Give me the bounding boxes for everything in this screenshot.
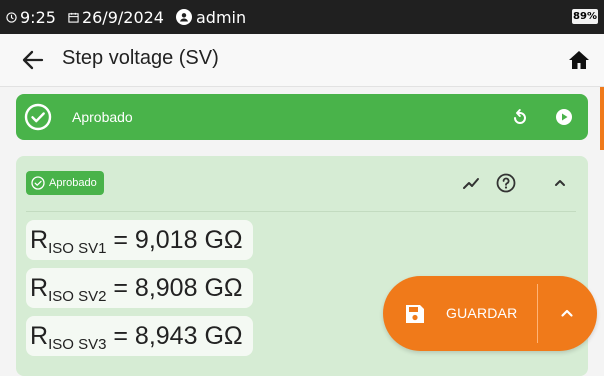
divider — [26, 211, 576, 212]
result-equals: = — [106, 226, 135, 254]
calendar-icon — [68, 12, 79, 23]
app-header: Step voltage (SV) — [0, 34, 604, 87]
result-number: 8,943 — [134, 322, 198, 350]
result-value-2: RISO SV2 = 8,908 GΩ — [26, 268, 253, 308]
back-button[interactable] — [20, 48, 46, 72]
result-subscript: ISO SV1 — [48, 240, 107, 257]
save-icon — [406, 305, 424, 323]
save-button-label: GUARDAR — [446, 305, 518, 321]
user-name: admin — [195, 7, 247, 27]
status-chip: Aprobado — [26, 171, 104, 195]
status-date: 26/9/2024 — [68, 8, 164, 27]
status-banner: Aprobado — [16, 94, 588, 140]
fab-separator — [537, 284, 538, 343]
help-circle-icon — [496, 173, 516, 193]
fab-expand-button[interactable] — [539, 276, 595, 351]
arrow-left-icon — [22, 50, 44, 70]
result-unit: GΩ — [204, 322, 243, 350]
scrollbar[interactable] — [600, 87, 604, 150]
reload-button[interactable] — [510, 107, 530, 127]
help-button[interactable] — [495, 172, 517, 194]
result-number: 9,018 — [134, 226, 198, 254]
result-equals: = — [106, 274, 135, 302]
run-test-button[interactable] — [554, 107, 574, 127]
status-user: admin — [175, 7, 247, 27]
check-circle-icon — [24, 103, 52, 131]
battery-level: 89% — [573, 11, 597, 22]
battery-icon: 89% — [572, 9, 598, 24]
result-symbol: R — [30, 226, 49, 254]
result-value-1: RISO SV1 = 9,018 GΩ — [26, 220, 253, 260]
banner-status-text: Aprobado — [72, 109, 133, 125]
save-fab: GUARDAR — [383, 276, 597, 351]
save-button[interactable]: GUARDAR — [383, 276, 537, 351]
result-value-3: RISO SV3 = 8,943 GΩ — [26, 316, 253, 356]
status-bar: 9:25 26/9/2024 admin 89% — [0, 0, 604, 34]
date-text: 26/9/2024 — [81, 7, 164, 27]
chart-line-icon — [463, 178, 479, 189]
result-subscript: ISO SV2 — [48, 288, 107, 305]
chevron-up-icon — [555, 180, 565, 186]
result-equals: = — [106, 322, 135, 350]
home-button[interactable] — [568, 49, 590, 71]
reload-icon — [514, 109, 526, 124]
time-text: 9:25 — [20, 7, 56, 27]
chip-label: Aprobado — [49, 177, 97, 189]
status-time: 9:25 — [6, 8, 56, 27]
clock-icon — [6, 11, 17, 23]
chevron-up-icon — [561, 309, 573, 317]
result-symbol: R — [30, 274, 49, 302]
collapse-button[interactable] — [551, 174, 569, 192]
user-icon — [175, 9, 192, 25]
page-title: Step voltage (SV) — [62, 47, 219, 69]
home-icon — [569, 51, 589, 69]
chart-button[interactable] — [460, 172, 482, 194]
play-icon — [556, 109, 572, 125]
check-circle-icon — [31, 176, 45, 190]
result-symbol: R — [30, 322, 49, 350]
result-subscript: ISO SV3 — [48, 336, 107, 353]
result-unit: GΩ — [204, 274, 243, 302]
result-unit: GΩ — [204, 226, 243, 254]
result-number: 8,908 — [134, 274, 198, 302]
